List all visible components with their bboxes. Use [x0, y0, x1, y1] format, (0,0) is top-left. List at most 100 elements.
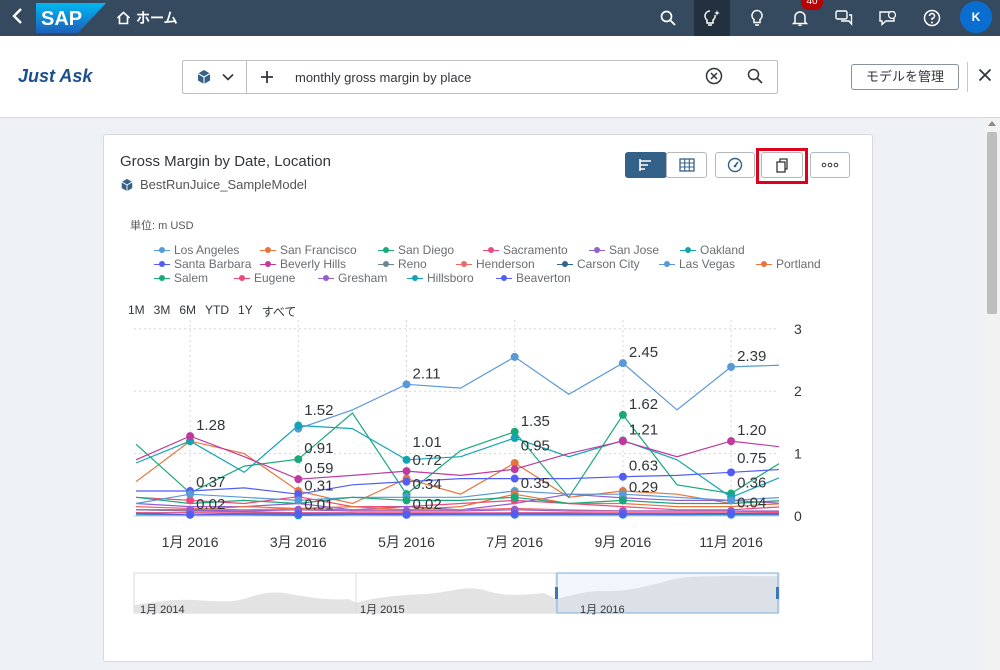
- data-point[interactable]: [294, 496, 303, 505]
- legend-item[interactable]: Los Angeles: [154, 243, 239, 257]
- home-link[interactable]: ホーム: [116, 0, 178, 36]
- line-chart[interactable]: 0 1 2 3 1月 2016 3月 2016 5月 2016 7月 2016 9月 2016 1…: [104, 315, 874, 561]
- table-view-button[interactable]: [666, 152, 707, 178]
- legend-marker: [456, 260, 472, 268]
- user-avatar[interactable]: K: [960, 1, 992, 33]
- query-input[interactable]: monthly gross margin by place: [295, 70, 471, 85]
- legend-item[interactable]: Gresham: [318, 271, 387, 285]
- clear-query-button[interactable]: [705, 67, 723, 90]
- series-line[interactable]: [135, 490, 785, 505]
- data-point[interactable]: [510, 434, 519, 442]
- data-point[interactable]: [727, 437, 736, 446]
- close-button[interactable]: [978, 66, 992, 87]
- model-selector[interactable]: [183, 61, 247, 93]
- series-line[interactable]: [135, 412, 785, 499]
- legend-item[interactable]: Eugene: [234, 271, 295, 285]
- data-point[interactable]: [510, 493, 519, 502]
- series-line[interactable]: [135, 435, 785, 480]
- explore-button[interactable]: [715, 152, 755, 178]
- data-point[interactable]: [510, 465, 519, 474]
- legend-item[interactable]: Hillsboro: [407, 271, 474, 285]
- run-query-button[interactable]: [747, 68, 763, 89]
- scroll-up-arrow-icon[interactable]: [988, 121, 996, 126]
- legend-item[interactable]: Beaverton: [496, 271, 571, 285]
- data-point[interactable]: [727, 496, 736, 505]
- feedback-button[interactable]: [870, 0, 906, 36]
- chart-view-button[interactable]: [625, 152, 667, 178]
- notifications-button[interactable]: 40: [782, 0, 823, 36]
- data-point[interactable]: [186, 510, 195, 519]
- navigator-label: 1月 2016: [580, 604, 625, 616]
- data-point[interactable]: [186, 490, 195, 499]
- data-point[interactable]: [402, 496, 411, 505]
- data-point[interactable]: [618, 410, 627, 419]
- data-point[interactable]: [186, 432, 195, 441]
- back-button[interactable]: [6, 4, 30, 32]
- data-point[interactable]: [618, 359, 627, 368]
- legend-item[interactable]: Oakland: [680, 243, 745, 257]
- legend-item[interactable]: Portland: [756, 257, 821, 271]
- time-navigator[interactable]: [104, 565, 874, 617]
- bar-chart-icon: [639, 159, 651, 171]
- x-tick-label: 5月 2016: [378, 534, 435, 550]
- legend-item[interactable]: Reno: [378, 257, 427, 271]
- data-point[interactable]: [727, 362, 736, 371]
- y-tick-label: 1: [794, 446, 802, 462]
- page-title: Just Ask: [18, 66, 93, 86]
- data-point[interactable]: [510, 474, 519, 483]
- data-point[interactable]: [510, 352, 519, 361]
- clear-circle-icon: [705, 67, 723, 85]
- data-label: 0.72: [413, 452, 442, 469]
- legend-item[interactable]: Las Vegas: [659, 257, 735, 271]
- help-button[interactable]: [914, 0, 950, 36]
- legend-item[interactable]: Santa Barbara: [154, 257, 251, 271]
- legend-item[interactable]: Sacramento: [483, 243, 568, 257]
- legend-label: San Diego: [398, 243, 455, 257]
- data-point[interactable]: [618, 496, 627, 505]
- legend-item[interactable]: Carson City: [557, 257, 640, 271]
- legend-item[interactable]: Salem: [154, 271, 208, 285]
- discussions-button[interactable]: [826, 0, 862, 36]
- ideas-button[interactable]: [739, 0, 775, 36]
- legend-item[interactable]: San Francisco: [260, 243, 357, 257]
- data-point[interactable]: [510, 510, 519, 519]
- x-tick-label: 11月 2016: [699, 534, 763, 550]
- sap-logo[interactable]: SAP: [36, 3, 106, 33]
- legend-item[interactable]: San Diego: [378, 243, 454, 257]
- data-point[interactable]: [402, 510, 411, 519]
- data-point[interactable]: [294, 455, 303, 464]
- add-query-button[interactable]: [255, 61, 279, 93]
- more-options-button[interactable]: [810, 152, 850, 178]
- navigator-handle-right[interactable]: [776, 587, 779, 599]
- help-icon: [923, 9, 941, 27]
- data-point[interactable]: [618, 510, 627, 519]
- data-point[interactable]: [294, 475, 303, 484]
- data-point[interactable]: [402, 467, 411, 476]
- gauge-icon: [727, 157, 743, 173]
- just-ask-button[interactable]: [694, 0, 730, 36]
- legend-item[interactable]: Henderson: [456, 257, 535, 271]
- page-scrollbar[interactable]: [984, 118, 1000, 670]
- manage-models-button[interactable]: モデルを管理: [851, 64, 959, 90]
- search-button[interactable]: [650, 0, 686, 36]
- legend-label: San Francisco: [280, 243, 357, 257]
- data-point[interactable]: [727, 509, 736, 518]
- data-point[interactable]: [402, 477, 411, 486]
- data-point[interactable]: [402, 380, 411, 389]
- legend-item[interactable]: Beverly Hills: [260, 257, 346, 271]
- legend-label: Portland: [776, 257, 821, 271]
- data-point[interactable]: [618, 437, 627, 446]
- series-line[interactable]: [136, 468, 785, 495]
- series-line[interactable]: [136, 514, 785, 517]
- data-point[interactable]: [618, 472, 627, 481]
- data-point[interactable]: [294, 421, 303, 430]
- navigator-handle-left[interactable]: [555, 587, 558, 599]
- data-point[interactable]: [294, 510, 303, 519]
- data-point[interactable]: [727, 468, 736, 477]
- legend-marker: [260, 260, 276, 268]
- search-icon: [747, 68, 763, 84]
- legend-label: Eugene: [254, 271, 296, 285]
- legend-item[interactable]: San Jose: [589, 243, 659, 257]
- scrollbar-thumb[interactable]: [987, 132, 997, 314]
- data-point[interactable]: [402, 455, 411, 464]
